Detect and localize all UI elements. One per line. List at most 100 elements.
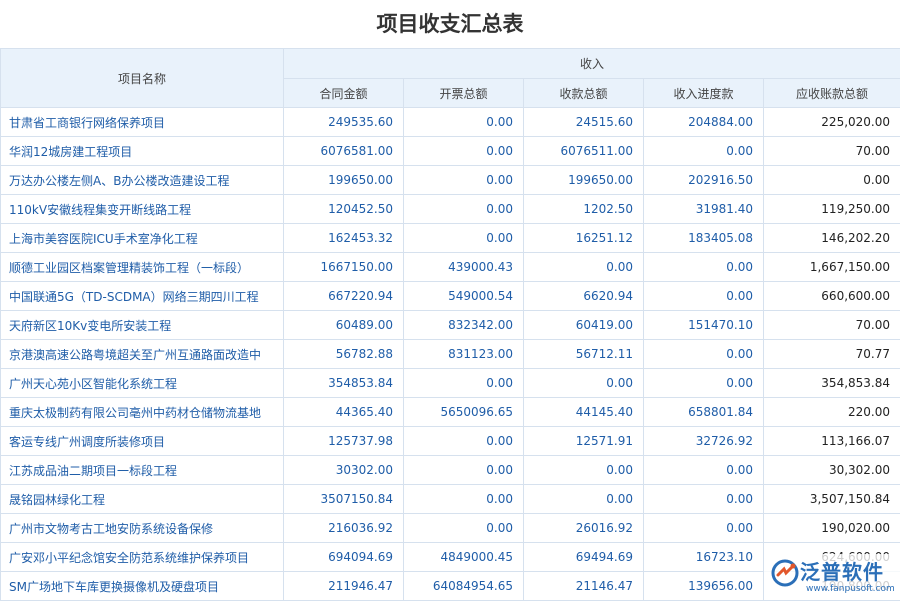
project-name-link[interactable]: 江苏成品油二期项目一标段工程 [1,456,284,485]
cell-contract-amount[interactable]: 1667150.00 [284,253,404,282]
project-name-link[interactable]: 上海市美容医院ICU手术室净化工程 [1,224,284,253]
cell-collection-total[interactable]: 60419.00 [524,311,644,340]
cell-contract-amount[interactable]: 125737.98 [284,427,404,456]
cell-progress-income[interactable]: 0.00 [644,340,764,369]
project-name-link[interactable]: 晟铭园林绿化工程 [1,485,284,514]
cell-collection-total[interactable]: 6620.94 [524,282,644,311]
cell-invoice-total[interactable]: 64084954.65 [404,572,524,601]
cell-collection-total[interactable]: 0.00 [524,485,644,514]
cell-progress-income[interactable]: 0.00 [644,514,764,543]
table-row[interactable]: 晟铭园林绿化工程3507150.840.000.000.003,507,150.… [1,485,900,514]
cell-progress-income[interactable]: 0.00 [644,369,764,398]
cell-collection-total[interactable]: 12571.91 [524,427,644,456]
cell-contract-amount[interactable]: 211946.47 [284,572,404,601]
cell-collection-total[interactable]: 6076511.00 [524,137,644,166]
cell-progress-income[interactable]: 0.00 [644,456,764,485]
table-row[interactable]: 中国联通5G（TD-SCDMA）网络三期四川工程667220.94549000.… [1,282,900,311]
project-name-link[interactable]: 110kV安徽线程集变开断线路工程 [1,195,284,224]
project-name-link[interactable]: 顺德工业园区档案管理精装饰工程（一标段） [1,253,284,282]
cell-invoice-total[interactable]: 831123.00 [404,340,524,369]
table-row[interactable]: 华润12城房建工程项目6076581.000.006076511.000.007… [1,137,900,166]
table-row[interactable]: 广州天心苑小区智能化系统工程354853.840.000.000.00354,8… [1,369,900,398]
cell-collection-total[interactable]: 26016.92 [524,514,644,543]
cell-collection-total[interactable]: 1202.50 [524,195,644,224]
cell-collection-total[interactable]: 0.00 [524,253,644,282]
column-header-project-name[interactable]: 项目名称 [1,49,284,108]
project-name-link[interactable]: 广州市文物考古工地安防系统设备保修 [1,514,284,543]
cell-invoice-total[interactable]: 0.00 [404,108,524,137]
cell-contract-amount[interactable]: 249535.60 [284,108,404,137]
project-name-link[interactable]: 广安邓小平纪念馆安全防范系统维护保养项目 [1,543,284,572]
cell-invoice-total[interactable]: 549000.54 [404,282,524,311]
column-header-invoice-total[interactable]: 开票总额 [404,79,524,108]
table-row[interactable]: 天府新区10Kv变电所安装工程60489.00832342.0060419.00… [1,311,900,340]
cell-contract-amount[interactable]: 3507150.84 [284,485,404,514]
cell-contract-amount[interactable]: 216036.92 [284,514,404,543]
cell-collection-total[interactable]: 24515.60 [524,108,644,137]
cell-progress-income[interactable]: 658801.84 [644,398,764,427]
cell-collection-total[interactable]: 21146.47 [524,572,644,601]
column-header-receivable-total[interactable]: 应收账款总额 [764,79,900,108]
cell-collection-total[interactable]: 16251.12 [524,224,644,253]
cell-progress-income[interactable]: 183405.08 [644,224,764,253]
column-header-progress-income[interactable]: 收入进度款 [644,79,764,108]
table-row[interactable]: 重庆太极制药有限公司亳州中药材仓储物流基地44365.405650096.654… [1,398,900,427]
cell-invoice-total[interactable]: 0.00 [404,456,524,485]
cell-invoice-total[interactable]: 0.00 [404,137,524,166]
cell-collection-total[interactable]: 56712.11 [524,340,644,369]
project-name-link[interactable]: 天府新区10Kv变电所安装工程 [1,311,284,340]
cell-collection-total[interactable]: 0.00 [524,456,644,485]
cell-invoice-total[interactable]: 4849000.45 [404,543,524,572]
cell-contract-amount[interactable]: 199650.00 [284,166,404,195]
cell-progress-income[interactable]: 16723.10 [644,543,764,572]
cell-invoice-total[interactable]: 0.00 [404,166,524,195]
cell-contract-amount[interactable]: 56782.88 [284,340,404,369]
cell-contract-amount[interactable]: 44365.40 [284,398,404,427]
cell-contract-amount[interactable]: 162453.32 [284,224,404,253]
cell-invoice-total[interactable]: 832342.00 [404,311,524,340]
cell-contract-amount[interactable]: 667220.94 [284,282,404,311]
cell-collection-total[interactable]: 44145.40 [524,398,644,427]
project-name-link[interactable]: 京港澳高速公路粤境超关至广州互通路面改造中 [1,340,284,369]
cell-progress-income[interactable]: 0.00 [644,485,764,514]
cell-progress-income[interactable]: 151470.10 [644,311,764,340]
table-row[interactable]: 顺德工业园区档案管理精装饰工程（一标段）1667150.00439000.430… [1,253,900,282]
cell-contract-amount[interactable]: 120452.50 [284,195,404,224]
cell-progress-income[interactable]: 202916.50 [644,166,764,195]
cell-invoice-total[interactable]: 5650096.65 [404,398,524,427]
column-header-collection-total[interactable]: 收款总额 [524,79,644,108]
cell-collection-total[interactable]: 0.00 [524,369,644,398]
project-name-link[interactable]: 中国联通5G（TD-SCDMA）网络三期四川工程 [1,282,284,311]
cell-progress-income[interactable]: 0.00 [644,282,764,311]
table-row[interactable]: 京港澳高速公路粤境超关至广州互通路面改造中56782.88831123.0056… [1,340,900,369]
cell-collection-total[interactable]: 69494.69 [524,543,644,572]
cell-contract-amount[interactable]: 60489.00 [284,311,404,340]
cell-invoice-total[interactable]: 0.00 [404,224,524,253]
project-name-link[interactable]: 广州天心苑小区智能化系统工程 [1,369,284,398]
cell-invoice-total[interactable]: 0.00 [404,427,524,456]
table-row[interactable]: 江苏成品油二期项目一标段工程30302.000.000.000.0030,302… [1,456,900,485]
cell-invoice-total[interactable]: 0.00 [404,195,524,224]
cell-progress-income[interactable]: 0.00 [644,253,764,282]
table-row[interactable]: 客运专线广州调度所装修项目125737.980.0012571.9132726.… [1,427,900,456]
cell-contract-amount[interactable]: 6076581.00 [284,137,404,166]
table-row[interactable]: 上海市美容医院ICU手术室净化工程162453.320.0016251.1218… [1,224,900,253]
cell-progress-income[interactable]: 31981.40 [644,195,764,224]
cell-collection-total[interactable]: 199650.00 [524,166,644,195]
project-name-link[interactable]: 甘肃省工商银行网络保养项目 [1,108,284,137]
table-row[interactable]: 甘肃省工商银行网络保养项目249535.600.0024515.60204884… [1,108,900,137]
project-name-link[interactable]: 客运专线广州调度所装修项目 [1,427,284,456]
cell-contract-amount[interactable]: 30302.00 [284,456,404,485]
cell-invoice-total[interactable]: 0.00 [404,369,524,398]
project-name-link[interactable]: SM广场地下车库更换摄像机及硬盘项目 [1,572,284,601]
table-row[interactable]: 110kV安徽线程集变开断线路工程120452.500.001202.50319… [1,195,900,224]
project-name-link[interactable]: 重庆太极制药有限公司亳州中药材仓储物流基地 [1,398,284,427]
cell-progress-income[interactable]: 204884.00 [644,108,764,137]
project-name-link[interactable]: 华润12城房建工程项目 [1,137,284,166]
cell-invoice-total[interactable]: 0.00 [404,514,524,543]
cell-progress-income[interactable]: 0.00 [644,137,764,166]
cell-invoice-total[interactable]: 0.00 [404,485,524,514]
column-header-contract-amount[interactable]: 合同金额 [284,79,404,108]
table-row[interactable]: 万达办公楼左侧A、B办公楼改造建设工程199650.000.00199650.0… [1,166,900,195]
cell-contract-amount[interactable]: 354853.84 [284,369,404,398]
